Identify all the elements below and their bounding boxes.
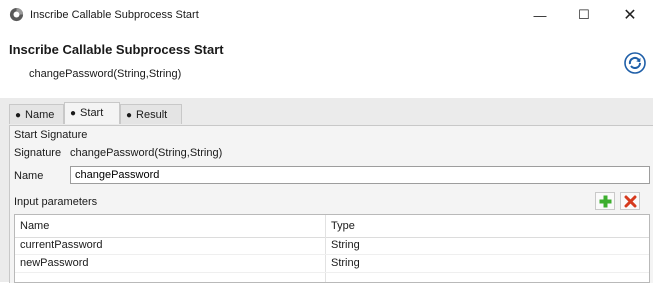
- start-signature-heading: Start Signature: [14, 129, 88, 141]
- param-name-cell: newPassword: [20, 257, 89, 269]
- dialog-title: Inscribe Callable Subprocess Start: [9, 42, 224, 57]
- tab-result[interactable]: ● Result: [120, 104, 182, 124]
- delete-parameter-button[interactable]: [620, 192, 640, 210]
- table-row[interactable]: newPassword String: [15, 255, 649, 273]
- tab-start-label: Start: [80, 107, 104, 119]
- window-titlebar: Inscribe Callable Subprocess Start — ☐ ✕: [0, 0, 653, 31]
- parameters-table: Name Type currentPassword String newPass…: [14, 214, 650, 283]
- refresh-icon[interactable]: [624, 52, 646, 74]
- start-panel: Start Signature Signature changePassword…: [9, 125, 653, 283]
- tab-bullet-icon: ●: [15, 110, 22, 121]
- input-parameters-label: Input parameters: [14, 196, 98, 208]
- tab-result-label: Result: [136, 109, 168, 121]
- process-icon: [9, 7, 24, 22]
- add-parameter-button[interactable]: [595, 192, 615, 210]
- dialog-body: ● Name ● Start ● Result Start Signature Sig…: [0, 98, 653, 283]
- tab-name[interactable]: ● Name: [9, 104, 64, 124]
- maximize-button[interactable]: ☐: [564, 0, 604, 30]
- param-type-cell: String: [331, 239, 360, 251]
- param-name-cell: currentPassword: [20, 239, 103, 251]
- param-type-cell: String: [331, 257, 360, 269]
- column-header-type[interactable]: Type: [331, 220, 355, 232]
- minimize-button[interactable]: —: [520, 0, 560, 30]
- window-title: Inscribe Callable Subprocess Start: [30, 9, 199, 21]
- table-row[interactable]: currentPassword String: [15, 237, 649, 255]
- dialog-header: Inscribe Callable Subprocess Start chang…: [0, 30, 653, 98]
- name-label: Name: [14, 170, 44, 182]
- table-header: Name Type: [15, 215, 649, 238]
- tab-bullet-icon: ●: [70, 108, 77, 119]
- signature-label: Signature: [14, 147, 62, 159]
- name-field[interactable]: [70, 166, 650, 184]
- delete-x-icon: [624, 195, 636, 207]
- tab-start[interactable]: ● Start: [64, 102, 120, 124]
- dialog-subtitle: changePassword(String,String): [29, 68, 182, 80]
- signature-value: changePassword(String,String): [70, 147, 223, 159]
- close-button[interactable]: ✕: [610, 0, 650, 30]
- column-header-name[interactable]: Name: [20, 220, 49, 232]
- add-plus-icon: [599, 195, 611, 207]
- tab-bullet-icon: ●: [126, 110, 133, 121]
- tab-name-label: Name: [25, 109, 55, 121]
